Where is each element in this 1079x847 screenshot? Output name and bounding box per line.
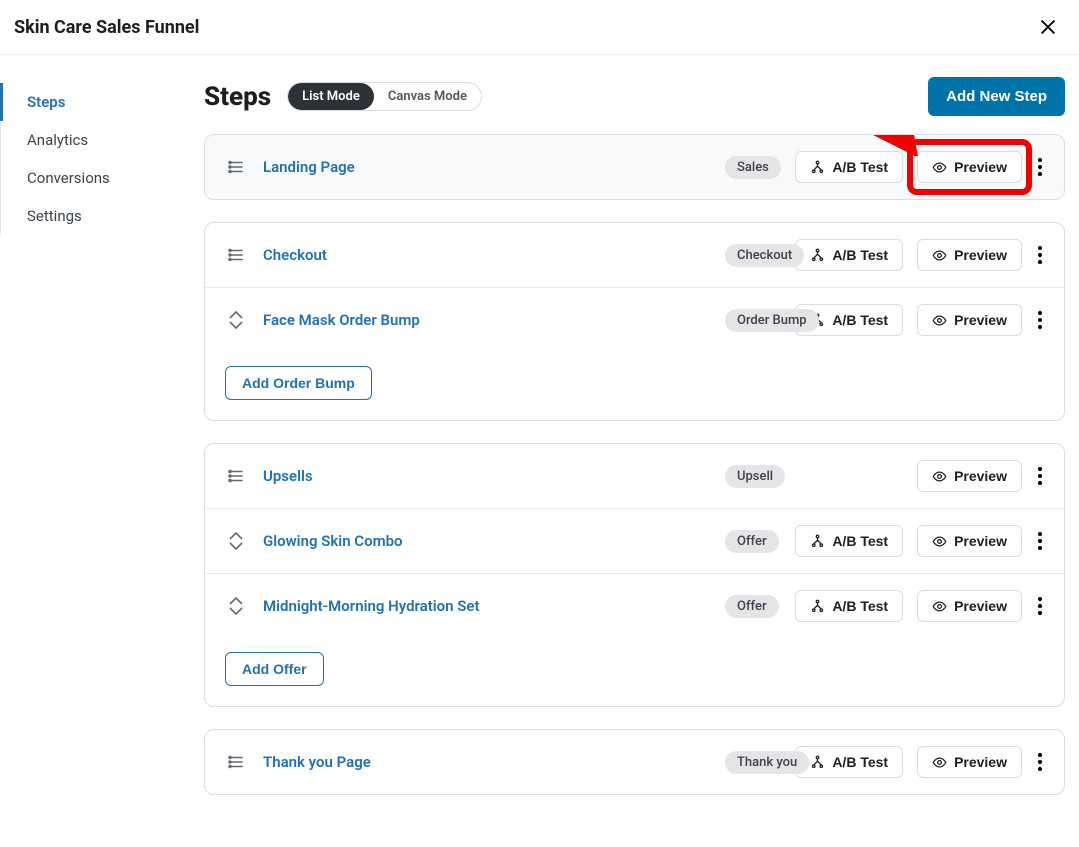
row-actions: A/B Test Preview [795,590,1044,622]
preview-button[interactable]: Preview [917,151,1022,183]
step-name-link[interactable]: Face Mask Order Bump [263,311,420,329]
eye-icon [932,160,947,175]
step-row: Landing Page Sales A/B Test Preview [205,135,1064,199]
step-name-link[interactable]: Checkout [263,246,327,264]
step-card: Upsells Upsell Preview Glowing Skin Combo Of… [204,443,1065,707]
preview-button[interactable]: Preview [917,746,1022,778]
more-options-icon[interactable] [1036,749,1044,775]
row-actions: Preview [917,460,1044,492]
eye-icon [932,534,947,549]
ab-test-icon [810,160,825,175]
step-name-link[interactable]: Midnight-Morning Hydration Set [263,597,480,615]
step-type-badge: Offer [725,595,779,618]
step-type-badge: Sales [725,156,781,179]
list-mode-option[interactable]: List Mode [288,83,374,110]
row-actions: A/B Test Preview [795,525,1044,557]
reorder-arrows[interactable] [225,531,247,551]
more-options-icon[interactable] [1036,593,1044,619]
ab-test-icon [810,755,825,770]
funnel-title: Skin Care Sales Funnel [14,17,199,38]
ab-test-button[interactable]: A/B Test [795,590,903,622]
preview-button[interactable]: Preview [917,460,1022,492]
preview-button[interactable]: Preview [917,590,1022,622]
add-new-step-button[interactable]: Add New Step [928,77,1065,116]
eye-icon [932,755,947,770]
add-order-bump-button[interactable]: Add Order Bump [225,366,372,400]
row-actions: A/B Test Preview [795,151,1044,183]
reorder-arrows[interactable] [225,596,247,616]
reorder-arrows[interactable] [225,310,247,330]
more-options-icon[interactable] [1036,528,1044,554]
step-card: Thank you Page Thank youA/B Test Preview [204,729,1065,795]
step-card: CheckoutCheckoutA/B TestPreviewFace Mask… [204,222,1065,421]
canvas-mode-option[interactable]: Canvas Mode [374,83,481,110]
ab-test-button[interactable]: A/B Test [795,239,903,271]
sidebar-item-conversions[interactable]: Conversions [0,159,200,197]
preview-button[interactable]: Preview [917,304,1022,336]
step-type-badge: Thank you [725,751,809,774]
ab-test-button[interactable]: A/B Test [795,151,903,183]
sidebar: StepsAnalyticsConversionsSettings [0,55,200,847]
main-content: Steps List Mode Canvas Mode Add New Step… [200,55,1079,847]
step-type-badge: Offer [725,530,779,553]
more-options-icon[interactable] [1036,307,1044,333]
card-footer: Add Offer [205,638,1064,706]
step-row: CheckoutCheckoutA/B TestPreview [205,223,1064,287]
ab-test-icon [810,534,825,549]
eye-icon [932,599,947,614]
step-name-link[interactable]: Upsells [263,467,313,485]
step-name-link[interactable]: Thank you Page [263,753,371,771]
step-row: Face Mask Order Bump Order BumpA/B TestPr… [205,287,1064,352]
step-name-link[interactable]: Landing Page [263,158,355,176]
drag-handle-icon[interactable] [225,753,247,771]
page-title: Steps [204,82,271,112]
preview-button[interactable]: Preview [917,239,1022,271]
close-icon[interactable] [1037,16,1059,38]
ab-test-icon [810,248,825,263]
step-card: Landing Page Sales A/B Test Preview [204,134,1065,200]
card-footer: Add Order Bump [205,352,1064,420]
more-options-icon[interactable] [1036,242,1044,268]
eye-icon [932,469,947,484]
eye-icon [932,248,947,263]
row-actions: A/B TestPreview [795,304,1044,336]
step-row: Glowing Skin Combo Offer A/B Test Preview [205,508,1064,573]
drag-handle-icon[interactable] [225,467,247,485]
step-name-link[interactable]: Glowing Skin Combo [263,532,403,550]
row-actions: A/B Test Preview [795,746,1044,778]
step-type-badge: Order Bump [725,309,819,332]
topbar: Skin Care Sales Funnel [0,0,1079,55]
drag-handle-icon[interactable] [225,246,247,264]
more-options-icon[interactable] [1036,154,1044,180]
ab-test-button[interactable]: A/B Test [795,525,903,557]
step-row: Thank you Page Thank youA/B Test Preview [205,730,1064,794]
sidebar-item-settings[interactable]: Settings [0,197,200,235]
more-options-icon[interactable] [1036,463,1044,489]
step-type-badge: Upsell [725,465,785,488]
step-row: Upsells Upsell Preview [205,444,1064,508]
preview-button[interactable]: Preview [917,525,1022,557]
step-row: Midnight-Morning Hydration Set Offer A/B T… [205,573,1064,638]
view-mode-toggle[interactable]: List Mode Canvas Mode [287,82,482,111]
step-type-badge: Checkout [725,244,804,267]
ab-test-icon [810,599,825,614]
add-offer-button[interactable]: Add Offer [225,652,324,686]
ab-test-button[interactable]: A/B Test [795,746,903,778]
eye-icon [932,313,947,328]
row-actions: A/B Test Preview [795,239,1044,271]
sidebar-item-analytics[interactable]: Analytics [0,121,200,159]
sidebar-item-steps[interactable]: Steps [0,83,200,121]
drag-handle-icon[interactable] [225,158,247,176]
